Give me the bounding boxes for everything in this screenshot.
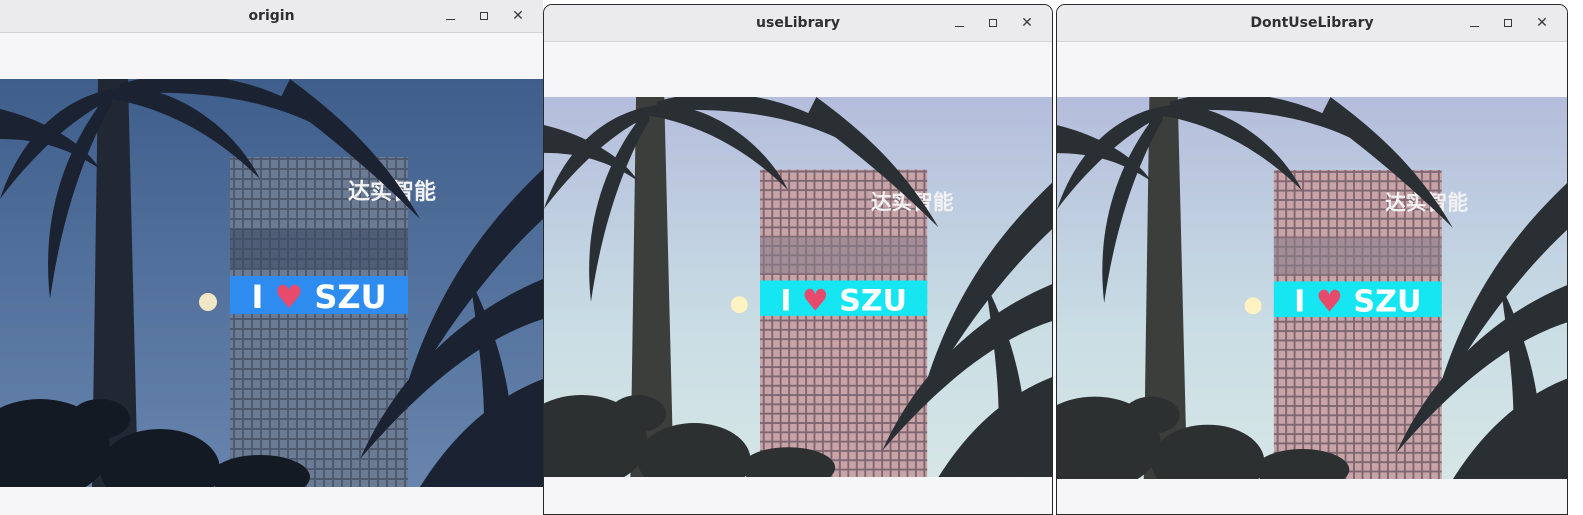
sign-text: I ♥ SZU — [251, 278, 386, 316]
sign-text: I ♥ SZU — [780, 283, 907, 318]
building — [230, 157, 408, 487]
image-view: 达实智能 I ♥ SZU — [1057, 97, 1567, 479]
photo: 达实智能 I ♥ SZU — [0, 79, 543, 487]
maximize-icon — [1504, 19, 1512, 27]
moon — [199, 293, 217, 311]
minimize-button[interactable] — [1457, 11, 1491, 35]
title-bar[interactable]: DontUseLibrary ✕ — [1057, 5, 1567, 42]
close-button[interactable]: ✕ — [501, 4, 535, 28]
close-button[interactable]: ✕ — [1525, 11, 1559, 35]
window-uselibrary[interactable]: useLibrary ✕ 达实智能 I ♥ SZU — [543, 4, 1053, 515]
building — [760, 169, 928, 477]
maximize-button[interactable] — [976, 11, 1010, 35]
close-button[interactable]: ✕ — [1010, 11, 1044, 35]
maximize-icon — [989, 19, 997, 27]
minimize-icon — [1469, 25, 1479, 27]
sign-text: I ♥ SZU — [1294, 285, 1421, 320]
maximize-icon — [480, 12, 488, 20]
moon — [730, 296, 748, 314]
minimize-button[interactable] — [942, 11, 976, 35]
photo: 达实智能 I ♥ SZU — [1057, 97, 1567, 479]
image-view: 达实智能 I ♥ SZU — [0, 79, 543, 487]
close-icon: ✕ — [1536, 15, 1548, 31]
close-icon: ✕ — [512, 8, 524, 24]
minimize-icon — [954, 25, 964, 27]
title-bar[interactable]: origin ✕ — [0, 0, 543, 33]
maximize-button[interactable] — [467, 4, 501, 28]
window-origin[interactable]: origin ✕ 达实智能 I ♥ SZU — [0, 0, 543, 515]
image-view: 达实智能 I ♥ SZU — [544, 97, 1052, 477]
minimize-button[interactable] — [433, 4, 467, 28]
minimize-icon — [445, 18, 455, 20]
maximize-button[interactable] — [1491, 11, 1525, 35]
building — [1273, 170, 1442, 479]
window-dontuselibrary[interactable]: DontUseLibrary ✕ 达实智能 I ♥ SZU — [1056, 4, 1568, 515]
moon — [1244, 297, 1262, 315]
title-bar[interactable]: useLibrary ✕ — [544, 5, 1052, 42]
photo: 达实智能 I ♥ SZU — [544, 97, 1052, 477]
close-icon: ✕ — [1021, 15, 1033, 31]
